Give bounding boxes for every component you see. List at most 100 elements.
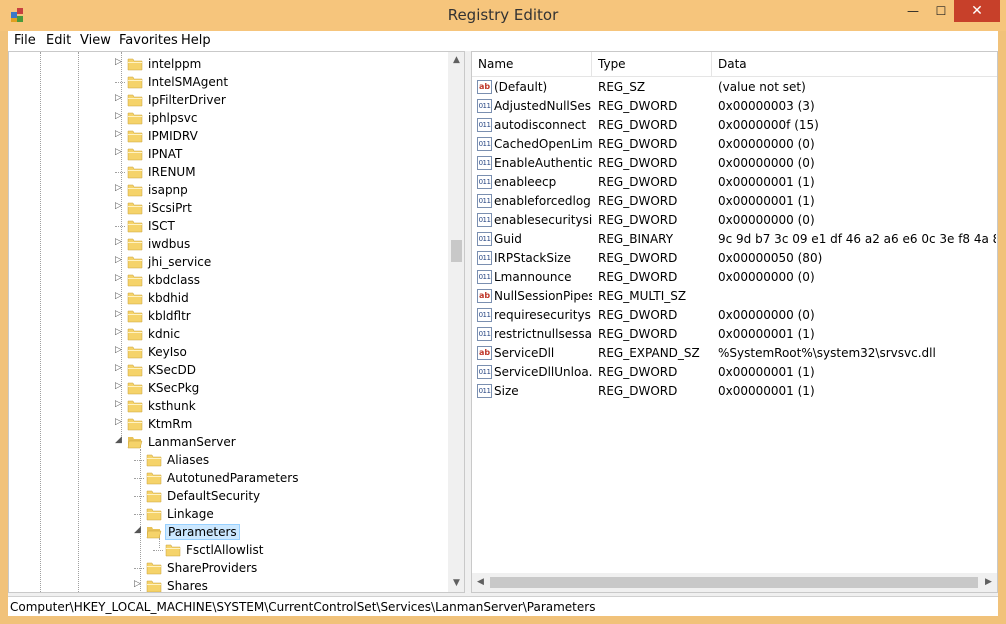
- value-row[interactable]: 011EnableAuthentic... REG_DWORD 0x00000000…: [472, 154, 997, 173]
- tree-connector: [134, 460, 144, 461]
- close-button[interactable]: ✕: [954, 0, 1000, 22]
- tree-node-label[interactable]: ISCT: [146, 218, 177, 234]
- tree-node-label[interactable]: DefaultSecurity: [165, 488, 262, 504]
- column-header-data[interactable]: Data: [712, 52, 997, 76]
- value-row[interactable]: 011restrictnullsessa... REG_DWORD 0x000000…: [472, 325, 997, 344]
- values-list[interactable]: Name Type Data ◀ ▶ ab (Default) REG_SZ (val…: [471, 51, 998, 593]
- value-row[interactable]: 011 enableecp REG_DWORD 0x00000001 (1): [472, 173, 997, 192]
- value-row[interactable]: 011 ServiceDllUnloa... REG_DWORD 0x00000001…: [472, 363, 997, 382]
- value-type: REG_DWORD: [598, 251, 678, 265]
- tree-node-label[interactable]: LanmanServer: [146, 434, 238, 450]
- scroll-down-arrow-icon[interactable]: ▼: [448, 575, 464, 592]
- value-type: REG_DWORD: [598, 327, 678, 341]
- maximize-button[interactable]: ☐: [928, 0, 954, 22]
- tree-node-label[interactable]: IPMIDRV: [146, 128, 200, 144]
- column-header-name[interactable]: Name: [472, 52, 592, 76]
- expand-arrow-icon[interactable]: ▷: [115, 291, 125, 301]
- folder-icon: [127, 380, 143, 396]
- expand-arrow-icon[interactable]: ▷: [134, 579, 144, 589]
- value-data: 0x00000000 (0): [718, 137, 815, 151]
- tree-node-label[interactable]: KtmRm: [146, 416, 194, 432]
- tree-node-label[interactable]: Shares: [165, 578, 210, 592]
- tree-node-label[interactable]: IntelSMAgent: [146, 74, 230, 90]
- expand-arrow-icon[interactable]: ▷: [115, 273, 125, 283]
- value-row[interactable]: ab (Default) REG_SZ (value not set): [472, 78, 997, 97]
- tree-node-label[interactable]: KSecPkg: [146, 380, 201, 396]
- list-horizontal-scrollbar[interactable]: ◀ ▶: [472, 573, 997, 592]
- tree-node-label[interactable]: AutotunedParameters: [165, 470, 300, 486]
- expand-arrow-icon[interactable]: ▷: [115, 57, 125, 67]
- tree-node-label[interactable]: kbdclass: [146, 272, 202, 288]
- value-row[interactable]: ab NullSessionPipes REG_MULTI_SZ: [472, 287, 997, 306]
- expand-arrow-icon[interactable]: ▷: [115, 183, 125, 193]
- list-scroll-thumb[interactable]: [490, 577, 978, 588]
- tree-node-label[interactable]: kbldfltr: [146, 308, 193, 324]
- tree-node-label[interactable]: ShareProviders: [165, 560, 259, 576]
- tree-connector: [134, 514, 144, 515]
- expand-arrow-icon[interactable]: ▷: [115, 417, 125, 427]
- value-data: 0x00000001 (1): [718, 327, 815, 341]
- column-header-type[interactable]: Type: [592, 52, 712, 76]
- value-row[interactable]: 011 Lmannounce REG_DWORD 0x00000000 (0): [472, 268, 997, 287]
- scroll-up-arrow-icon[interactable]: ▲: [448, 52, 464, 69]
- folder-icon: [127, 362, 143, 378]
- value-row[interactable]: 011 AdjustedNullSes... REG_DWORD 0x00000003…: [472, 97, 997, 116]
- scroll-right-arrow-icon[interactable]: ▶: [980, 573, 997, 592]
- menu-edit[interactable]: Edit: [46, 33, 71, 48]
- value-row[interactable]: 011 Size REG_DWORD 0x00000001 (1): [472, 382, 997, 401]
- tree-node-label[interactable]: IRENUM: [146, 164, 198, 180]
- expand-arrow-icon[interactable]: ▷: [115, 363, 125, 373]
- value-name: ServiceDllUnloa...: [494, 365, 592, 379]
- tree-scroll-thumb[interactable]: [451, 240, 462, 262]
- expand-arrow-icon[interactable]: ▷: [115, 255, 125, 265]
- tree-node-label[interactable]: jhi_service: [146, 254, 213, 270]
- menu-favorites[interactable]: Favorites: [119, 33, 178, 48]
- expand-arrow-icon[interactable]: ▷: [115, 147, 125, 157]
- tree-node-label[interactable]: KSecDD: [146, 362, 198, 378]
- value-row[interactable]: 011 autodisconnect REG_DWORD 0x0000000f (15…: [472, 116, 997, 135]
- tree-node-label[interactable]: IpFilterDriver: [146, 92, 228, 108]
- expand-arrow-icon[interactable]: ▷: [115, 381, 125, 391]
- expand-arrow-icon[interactable]: ▷: [115, 93, 125, 103]
- expand-arrow-icon[interactable]: ▷: [115, 399, 125, 409]
- minimize-button[interactable]: —: [898, 0, 928, 22]
- menu-view[interactable]: View: [80, 33, 111, 48]
- scroll-left-arrow-icon[interactable]: ◀: [472, 573, 489, 592]
- collapse-arrow-icon[interactable]: ◢: [134, 525, 144, 535]
- expand-arrow-icon[interactable]: ▷: [115, 327, 125, 337]
- expand-arrow-icon[interactable]: ▷: [115, 237, 125, 247]
- tree-node-label[interactable]: iwdbus: [146, 236, 192, 252]
- value-name: Size: [494, 384, 519, 398]
- expand-arrow-icon[interactable]: ▷: [115, 111, 125, 121]
- value-row[interactable]: 011enablesecuritysi... REG_DWORD 0x0000000…: [472, 211, 997, 230]
- tree-vertical-scrollbar[interactable]: ▲ ▼: [448, 52, 464, 592]
- value-row[interactable]: 011 IRPStackSize REG_DWORD 0x00000050 (80): [472, 249, 997, 268]
- tree-node-label[interactable]: isapnp: [146, 182, 190, 198]
- tree-node-label[interactable]: kbdhid: [146, 290, 191, 306]
- expand-arrow-icon[interactable]: ▷: [115, 345, 125, 355]
- tree-node-label[interactable]: kdnic: [146, 326, 182, 342]
- value-row[interactable]: 011 Guid REG_BINARY 9c 9d b7 3c 09 e1 df 46…: [472, 230, 997, 249]
- tree-node-label[interactable]: Parameters: [165, 524, 240, 540]
- tree-node-label[interactable]: Aliases: [165, 452, 211, 468]
- value-row[interactable]: 011requiresecuritysi... REG_DWORD 0x000000…: [472, 306, 997, 325]
- tree-node-label[interactable]: FsctlAllowlist: [184, 542, 265, 558]
- tree-node-label[interactable]: IPNAT: [146, 146, 184, 162]
- tree-node-label[interactable]: iScsiPrt: [146, 200, 194, 216]
- menu-help[interactable]: Help: [181, 33, 211, 48]
- expand-arrow-icon[interactable]: ▷: [115, 309, 125, 319]
- tree-node-label[interactable]: iphlpsvc: [146, 110, 199, 126]
- value-row[interactable]: ab ServiceDll REG_EXPAND_SZ %SystemRoot%\sy…: [472, 344, 997, 363]
- tree-node-label[interactable]: KeyIso: [146, 344, 189, 360]
- key-tree[interactable]: ▲ ▼ ▷ intelppm IntelSMAgent ▷ IpFilterDriver…: [8, 51, 465, 593]
- value-type: REG_DWORD: [598, 137, 678, 151]
- collapse-arrow-icon[interactable]: ◢: [115, 435, 125, 445]
- tree-node-label[interactable]: intelppm: [146, 56, 203, 72]
- expand-arrow-icon[interactable]: ▷: [115, 129, 125, 139]
- tree-node-label[interactable]: ksthunk: [146, 398, 198, 414]
- value-row[interactable]: 011 CachedOpenLimit REG_DWORD 0x00000000 (0…: [472, 135, 997, 154]
- value-row[interactable]: 011 enableforcedlog... REG_DWORD 0x00000001…: [472, 192, 997, 211]
- menu-file[interactable]: File: [14, 33, 36, 48]
- expand-arrow-icon[interactable]: ▷: [115, 201, 125, 211]
- tree-node-label[interactable]: Linkage: [165, 506, 216, 522]
